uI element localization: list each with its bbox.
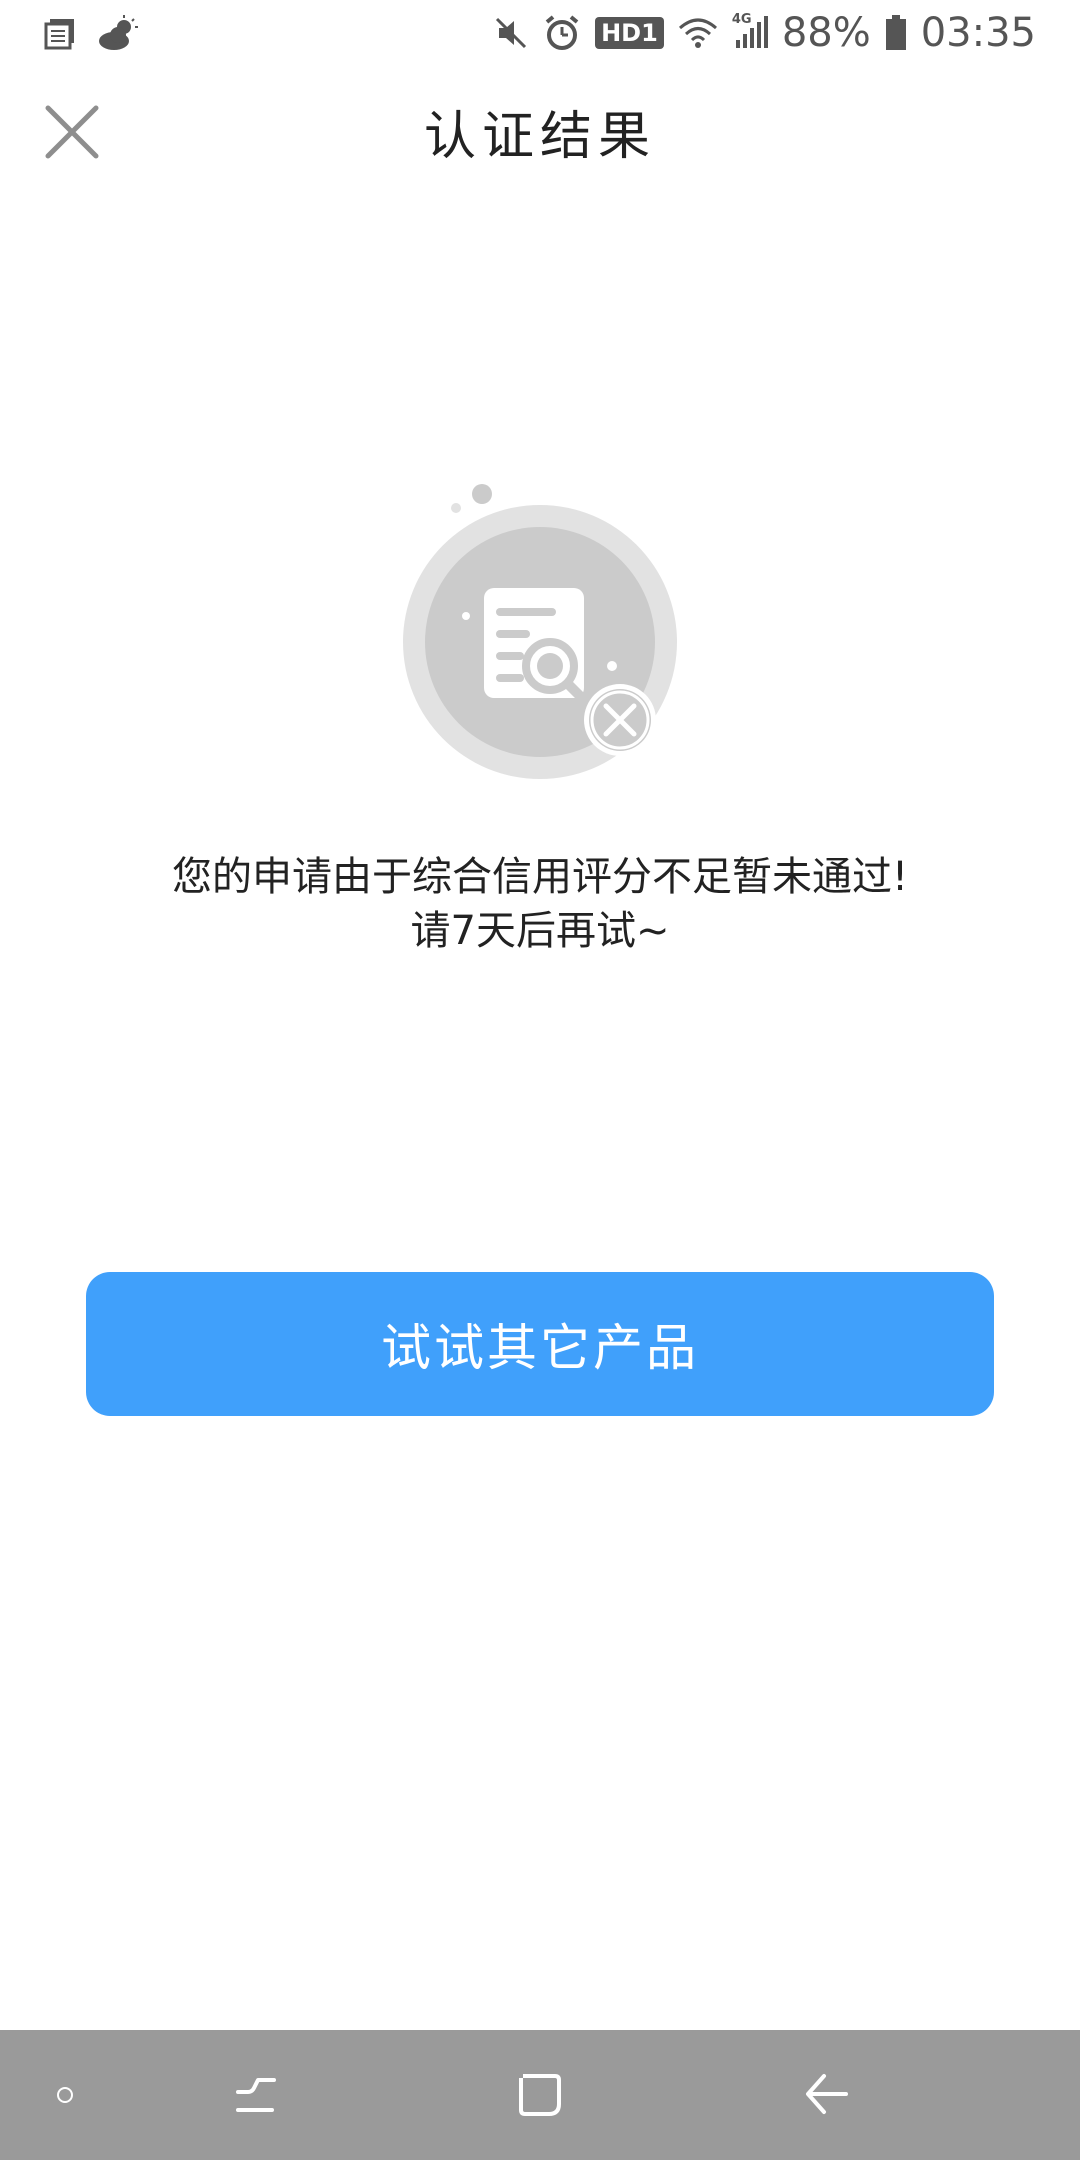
- signal-icon: 4G: [732, 12, 768, 50]
- result-message-line1: 您的申请由于综合信用评分不足暂未通过!: [171, 854, 909, 900]
- mute-icon: [493, 15, 529, 51]
- header: 认证结果: [0, 66, 1080, 196]
- dot-icon: [57, 2087, 73, 2103]
- back-icon: [806, 2074, 848, 2114]
- home-button[interactable]: [485, 2030, 595, 2160]
- document-search-failed-icon: [403, 484, 677, 779]
- battery-percent: 88%: [781, 10, 871, 56]
- result-message: 您的申请由于综合信用评分不足暂未通过! 请7天后再试~: [60, 850, 1020, 958]
- try-other-products-button[interactable]: 试试其它产品: [86, 1272, 994, 1416]
- hd-icon: HD1: [595, 17, 664, 49]
- notes-icon: [44, 16, 78, 50]
- back-button[interactable]: [770, 2030, 880, 2160]
- status-right: HD1 4G 88% 03:35: [493, 10, 1036, 56]
- result-message-line2: 请7天后再试~: [410, 908, 670, 954]
- result-illustration: [392, 470, 692, 790]
- alarm-icon: [543, 14, 581, 52]
- navigation-bar: [0, 2030, 1080, 2160]
- page-title: 认证结果: [423, 107, 656, 167]
- recent-apps-icon: [236, 2078, 276, 2112]
- recent-apps-button[interactable]: [200, 2030, 310, 2160]
- weather-icon: [96, 15, 140, 51]
- status-time: 03:35: [920, 10, 1036, 56]
- battery-icon: [885, 15, 907, 51]
- home-icon: [519, 2074, 561, 2116]
- status-bar: HD1 4G 88% 03:35: [0, 0, 1080, 66]
- status-left: [44, 15, 140, 51]
- network-type-label: 4G: [731, 12, 752, 27]
- wifi-icon: [678, 16, 718, 50]
- nav-dot-button[interactable]: [30, 2030, 100, 2160]
